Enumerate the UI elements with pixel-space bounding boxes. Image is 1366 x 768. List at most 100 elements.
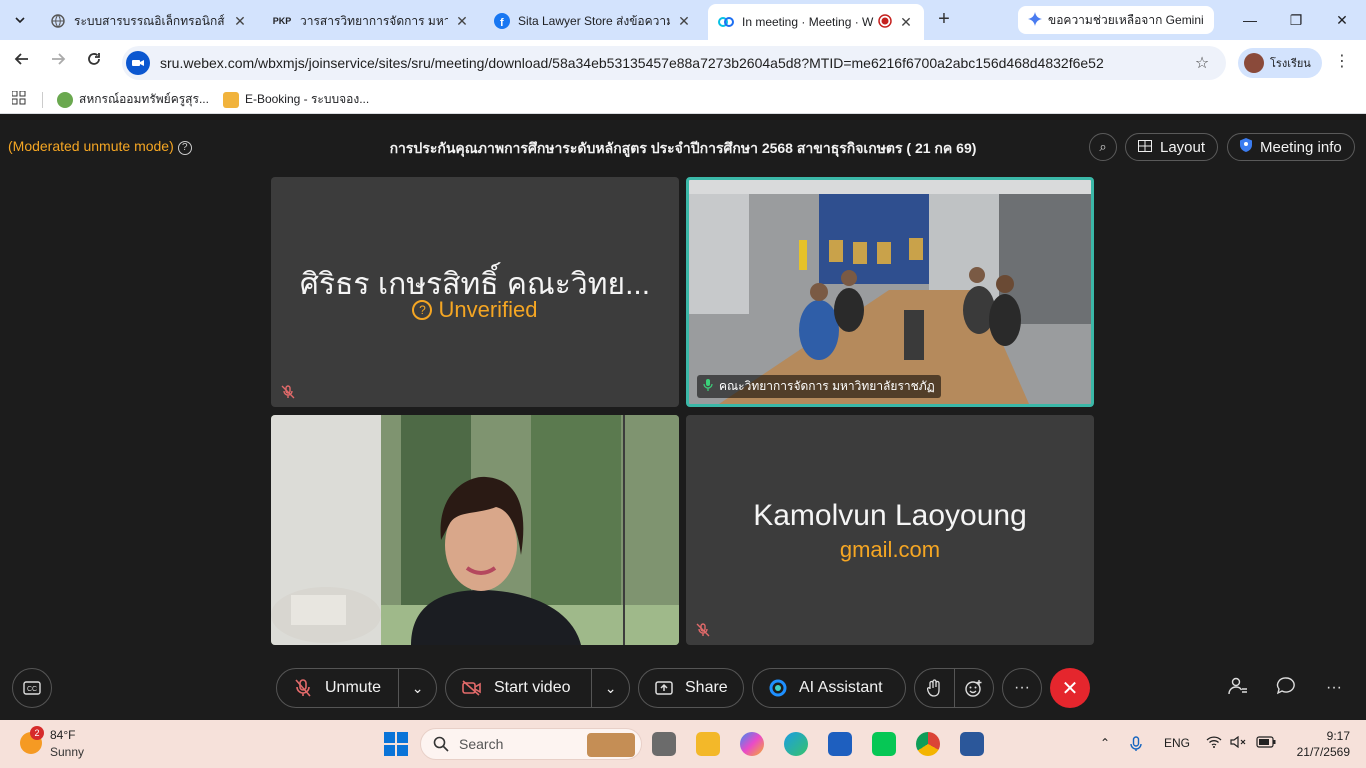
participant-video-tile[interactable]: คณะวิทยาการจัดการ มหาวิทยาลัยราชภัฏ [686,177,1094,407]
closed-captions-button[interactable]: CC [12,668,52,708]
start-video-label: Start video [494,679,571,696]
ai-assistant-icon [769,679,787,697]
share-button[interactable]: Share [638,668,744,708]
search-icon [433,736,449,752]
bookmark-ebooking[interactable]: E-Booking - ระบบจอง... [222,90,369,109]
unmute-button[interactable]: Unmute [277,668,398,708]
tab-journal[interactable]: PKP วารสารวิทยาการจัดการ มหาวิทยาลัย ✕ [262,6,480,36]
bookmarks-bar: สหกรณ์ออมทรัพย์ครูสุร... E-Booking - ระบ… [0,86,1366,114]
start-button[interactable] [384,732,408,756]
participant-email-domain: gmail.com [839,537,941,562]
meeting-info-label: Meeting info [1260,138,1342,156]
moderated-mode-label: (Moderated unmute mode) [8,138,174,154]
more-panels-icon[interactable]: ··· [1322,676,1346,700]
new-tab-button[interactable]: + [932,8,956,32]
taskbar: 2 84°F Sunny Search ⌃ ENG 9:17 21/7/2569 [0,720,1366,768]
tab-saraban[interactable]: ระบบสารบรรณอิเล็กทรอนิกส์ ✕ [40,6,258,36]
bookmark-cooperative[interactable]: สหกรณ์ออมทรัพย์ครูสุร... [57,90,209,109]
close-icon[interactable]: ✕ [232,13,248,30]
participant-video-tile[interactable] [271,415,679,645]
participants-button[interactable] [1226,676,1250,700]
tab-facebook[interactable]: f Sita Lawyer Store ส่งข้อความถึ ✕ [484,6,702,36]
close-icon[interactable]: ✕ [898,14,914,31]
tab-search-button[interactable] [8,8,32,32]
chevron-down-icon: ⌄ [604,679,617,696]
clock-time: 9:17 [1326,729,1350,743]
apps-grid-icon[interactable] [11,90,26,108]
leave-meeting-button[interactable]: ✕ [1050,668,1090,708]
close-icon[interactable]: ✕ [676,13,692,30]
forward-arrow-icon [52,53,66,65]
browser-menu-icon[interactable]: ⋮ [1332,51,1352,71]
copilot-icon[interactable] [740,732,764,756]
audio-options-button[interactable]: ⌄ [398,668,436,708]
share-icon [655,681,673,695]
participants-icon [1228,677,1247,695]
svg-text:CC: CC [27,686,37,693]
tab-webex-meeting[interactable]: In meeting · Meeting · W ✕ [708,4,924,40]
taskbar-search[interactable]: Search [420,728,642,760]
participant-video [271,415,679,645]
more-options-button[interactable]: ··· [1002,668,1042,708]
tab-title: วารสารวิทยาการจัดการ มหาวิทยาลัย [300,13,448,28]
help-icon[interactable]: ? [177,141,192,155]
speaker-muted-icon[interactable] [1230,735,1246,751]
language-indicator[interactable]: ENG [1164,736,1190,750]
chevron-up-icon[interactable]: ⌃ [1100,736,1110,750]
battery-icon[interactable] [1256,736,1276,751]
start-video-button[interactable]: Start video [446,668,591,708]
participant-tile[interactable]: Kamolvun Laoyoung gmail.com [686,415,1094,645]
address-bar[interactable]: sru.webex.com/wbxmjs/joinservice/sites/s… [122,46,1226,80]
forward-button[interactable] [46,51,70,75]
file-explorer-icon[interactable] [696,732,720,756]
close-icon[interactable]: ✕ [454,13,470,30]
globe-icon [50,13,66,29]
ebooking-icon [222,91,239,108]
moderated-mode-indicator[interactable]: (Moderated unmute mode)? [8,138,192,155]
raise-hand-icon [927,679,941,697]
zoom-icon[interactable]: ⌕ [1089,133,1117,161]
profile-button[interactable]: โรงเรียน [1238,48,1322,78]
word-icon[interactable] [960,732,984,756]
layout-button[interactable]: Layout [1125,133,1219,161]
minimize-button[interactable]: — [1230,8,1270,32]
edge-icon[interactable] [784,732,808,756]
video-options-button[interactable]: ⌄ [591,668,629,708]
chat-icon [1276,677,1295,695]
cooperative-logo-icon [57,91,73,108]
close-window-button[interactable]: ✕ [1322,8,1362,32]
video-camera-icon [126,51,150,75]
task-view-icon[interactable] [652,732,676,756]
avatar [1244,53,1264,73]
reload-button[interactable] [82,51,106,75]
microphone-icon[interactable] [1130,736,1142,755]
participant-tile[interactable]: ศิริธร เกษรสิทธิ์ คณะวิทย... ? Unverified [271,177,679,407]
wifi-icon[interactable] [1206,736,1222,751]
help-icon: ? [412,300,433,320]
chrome-icon[interactable] [916,732,940,756]
microsoft-store-icon[interactable] [828,732,852,756]
gemini-icon [1028,11,1042,29]
back-button[interactable] [10,51,34,75]
pkp-icon: PKP [272,16,292,26]
conference-room-video [689,180,1091,404]
restore-button[interactable]: ❐ [1276,8,1316,32]
gemini-button[interactable]: ขอความช่วยเหลือจาก Gemini [1018,6,1214,34]
meeting-info-button[interactable]: Meeting info [1227,133,1355,161]
ai-assistant-button[interactable]: AI Assistant [752,668,906,708]
line-app-icon[interactable] [872,732,896,756]
emoji-icon [965,680,982,697]
back-arrow-icon [14,53,28,65]
tab-title: Sita Lawyer Store ส่งข้อความถึ [518,13,670,28]
facebook-icon: f [494,13,510,29]
chat-button[interactable] [1274,676,1298,700]
muted-microphone-icon [696,623,710,637]
system-clock[interactable]: 9:17 21/7/2569 [1290,728,1350,760]
bookmark-star-icon[interactable]: ☆ [1190,53,1214,73]
raise-hand-button[interactable] [915,668,954,708]
cc-icon: CC [23,681,41,695]
reactions-button[interactable] [953,668,993,708]
meeting-title: การประกันคุณภาพการศึกษาระดับหลักสูตร ประ… [389,140,977,156]
profile-name: โรงเรียน [1270,58,1311,70]
browser-toolbar: sru.webex.com/wbxmjs/joinservice/sites/s… [0,40,1366,86]
